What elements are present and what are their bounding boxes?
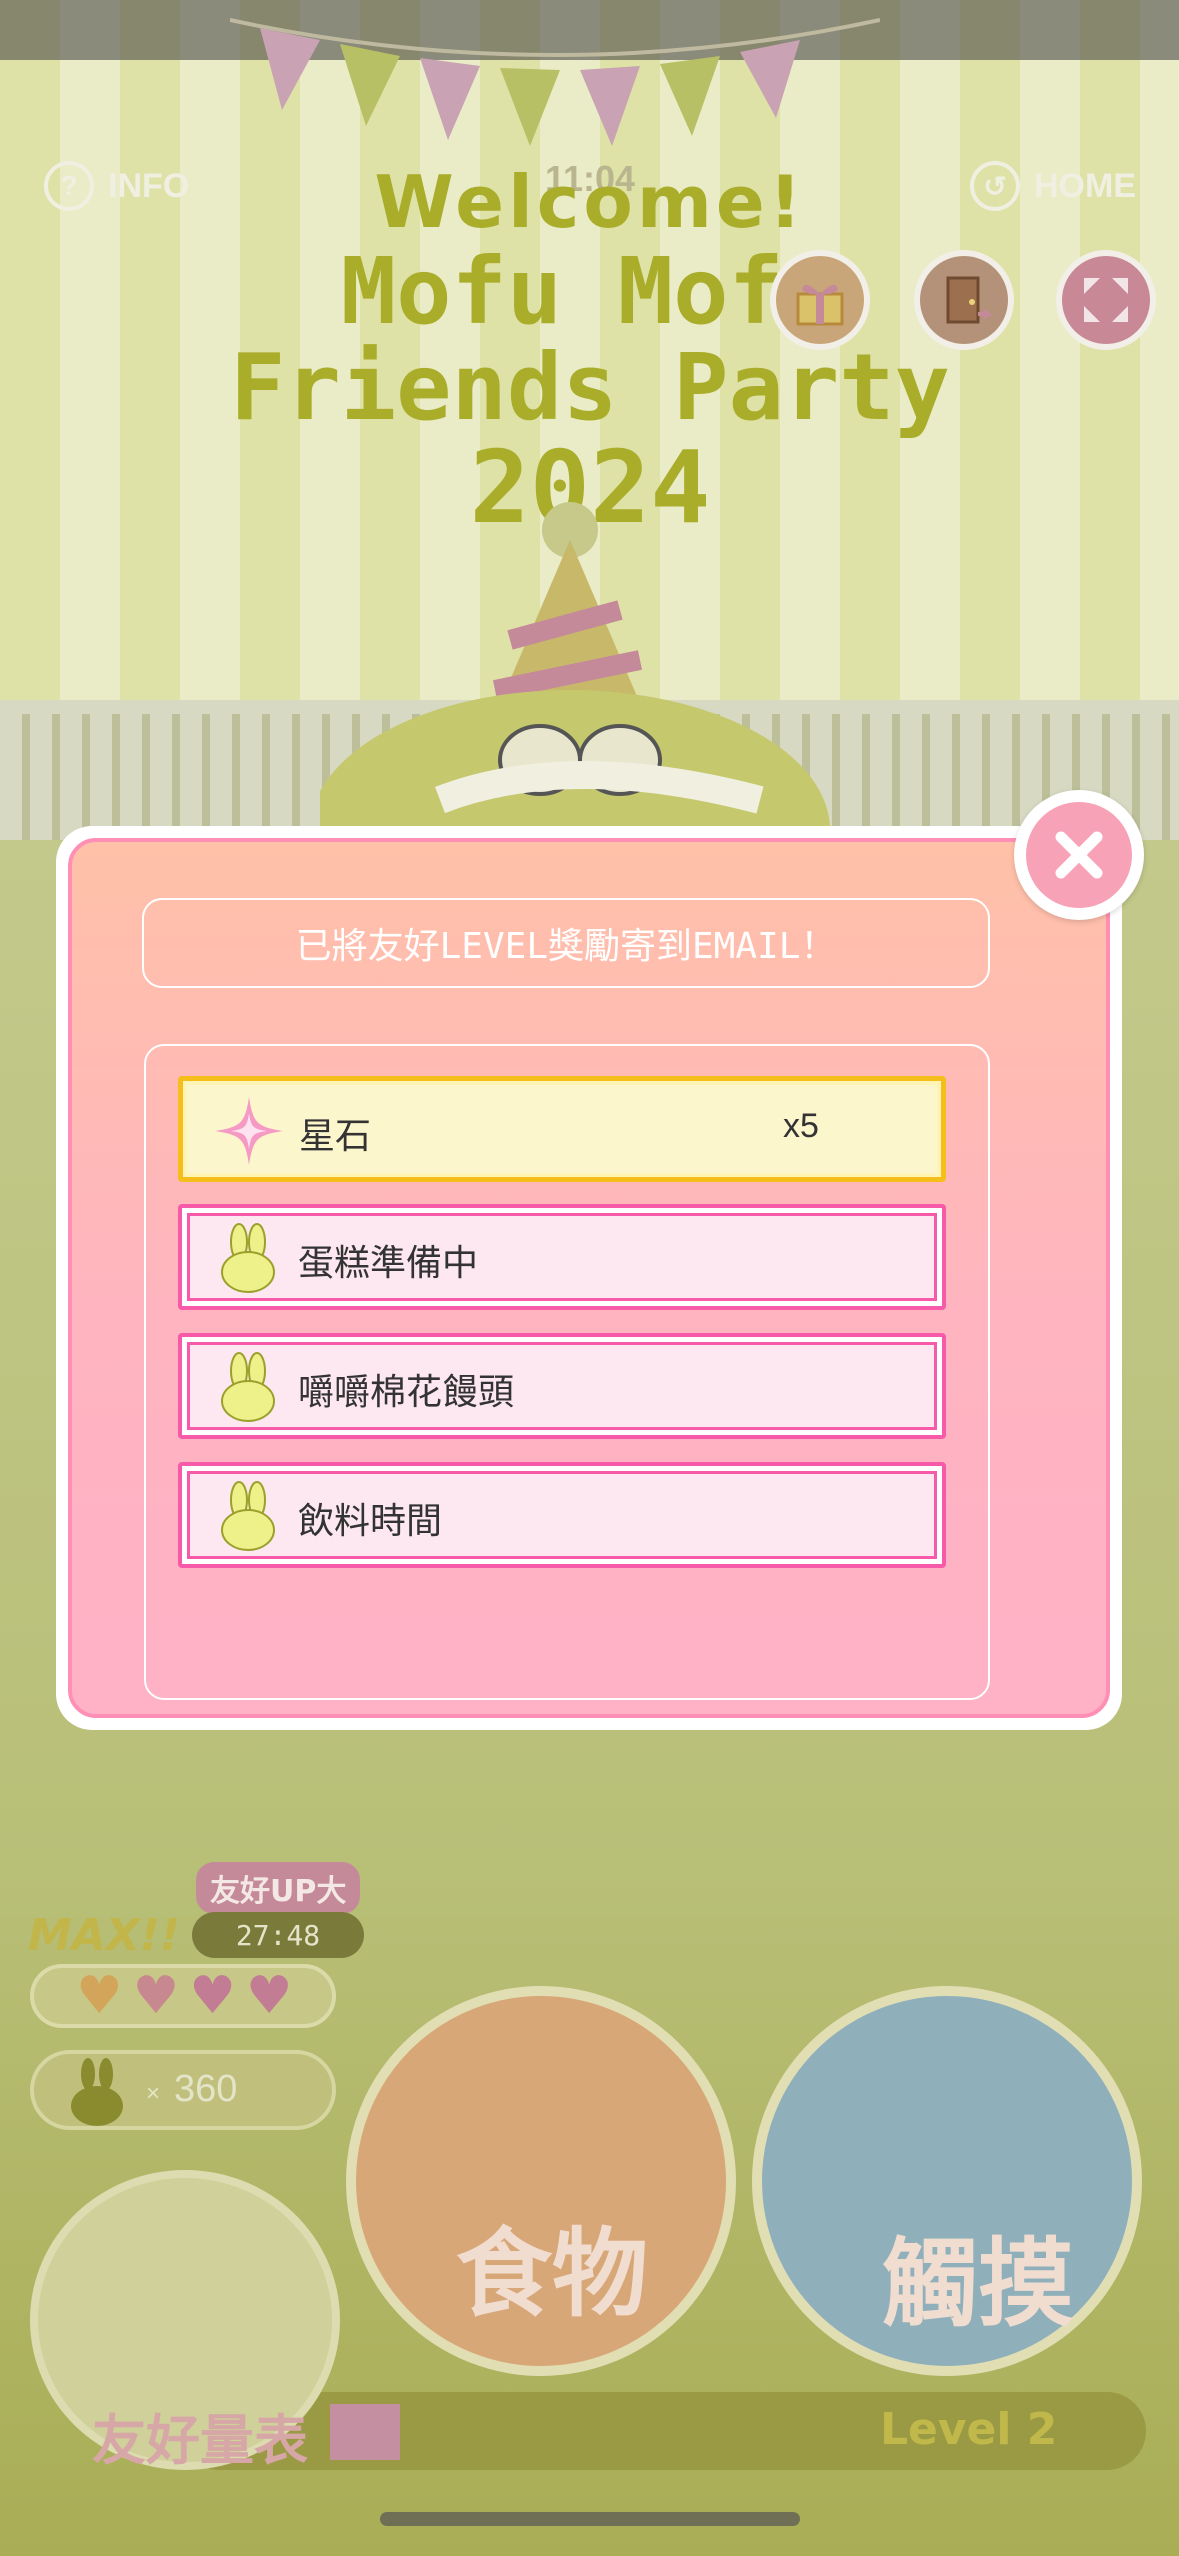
- banner-line-1: Welcome!: [374, 160, 806, 244]
- banner-line-3: Friends Party: [229, 334, 951, 441]
- heart-icon: ♥: [189, 1966, 236, 2026]
- currency-prefix: ×: [146, 2080, 161, 2107]
- bunny-icon: [221, 1223, 275, 1293]
- friendship-meter-fill: [330, 2404, 400, 2460]
- boost-timer: 27:48: [192, 1912, 364, 1958]
- reward-item: 蛋糕準備中: [178, 1204, 946, 1310]
- food-button[interactable]: 食物: [346, 1986, 736, 2376]
- gift-button[interactable]: [770, 250, 870, 350]
- currency-value: 360: [174, 2068, 238, 2110]
- reward-name: 飲料時間: [298, 1501, 443, 1542]
- exit-button[interactable]: [914, 250, 1014, 350]
- close-button-face: [1026, 802, 1132, 908]
- reward-quantity: x5: [783, 1107, 819, 1145]
- party-bunting: [230, 18, 880, 146]
- bunny-icon: [221, 1481, 275, 1551]
- touch-button[interactable]: 觸摸: [752, 1986, 1142, 2376]
- home-label: HOME: [1034, 166, 1136, 205]
- heart-icon: ♥: [132, 1966, 180, 2026]
- bunny-currency: × 360: [30, 2050, 336, 2130]
- question-icon: ?: [44, 161, 94, 211]
- reward-item-star-stone: 星石 x5: [178, 1076, 946, 1182]
- reward-name: 星石: [299, 1116, 372, 1157]
- heart-gauge: ♥ ♥ ♥ ♥: [30, 1964, 336, 2028]
- heart-icon: ♥: [76, 1966, 123, 2026]
- close-button[interactable]: [1014, 790, 1144, 920]
- reward-item: 嚼嚼棉花饅頭: [178, 1333, 946, 1439]
- gift-icon: [796, 284, 844, 326]
- banner-line-2: Mofu Mofu: [340, 238, 840, 345]
- level-label: Level 2: [880, 2404, 1058, 2455]
- fullscreen-button[interactable]: [1056, 250, 1156, 350]
- bunny-silhouette-icon: [71, 2058, 123, 2126]
- heart-icon: ♥: [245, 1966, 293, 2026]
- food-label: 食物: [456, 2218, 648, 2330]
- home-indicator: [380, 2512, 800, 2526]
- reward-name: 蛋糕準備中: [298, 1243, 479, 1284]
- max-label: MAX!!: [28, 1910, 180, 1961]
- reward-message: 已將友好LEVEL獎勵寄到EMAIL！: [142, 898, 990, 988]
- reward-name: 嚼嚼棉花饅頭: [298, 1372, 515, 1413]
- sparkle-icon: [215, 1097, 283, 1165]
- touch-label: 觸摸: [882, 2228, 1074, 2340]
- friendship-meter-label: 友好量表: [92, 2409, 308, 2472]
- close-icon: [1055, 831, 1103, 879]
- reward-item: 飲料時間: [178, 1462, 946, 1568]
- event-banner: Welcome! Mofu Mofu Friends Party 2024: [160, 160, 1020, 540]
- mascot-character: [320, 502, 830, 880]
- expand-icon: [1084, 278, 1128, 322]
- friendship-boost-badge: 友好UP大: [196, 1862, 361, 1914]
- door-icon: [946, 276, 993, 324]
- bunny-icon: [221, 1352, 275, 1422]
